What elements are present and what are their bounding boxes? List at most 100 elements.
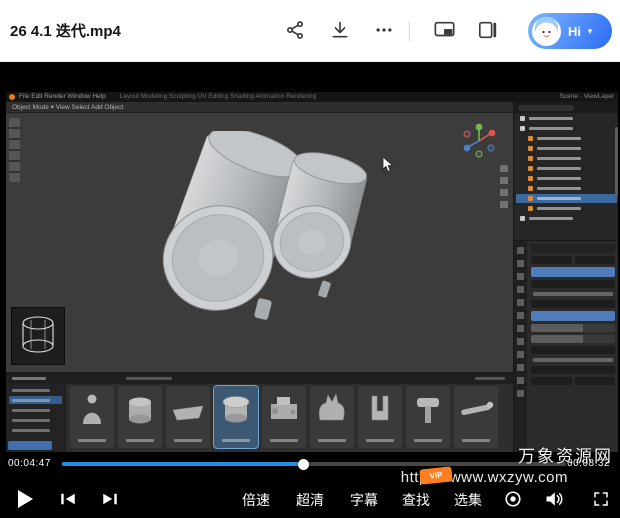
outliner-row-object[interactable]	[516, 204, 617, 213]
account-pill[interactable]: Hi ▼	[528, 13, 612, 49]
pip-button[interactable]	[432, 19, 458, 45]
properties-field[interactable]	[575, 256, 616, 264]
view-gizmo[interactable]	[459, 121, 499, 166]
share-button[interactable]	[282, 19, 308, 45]
quality-button[interactable]: 超清	[296, 490, 324, 510]
app-header: 26 4.1 迭代.mp4	[0, 0, 620, 62]
properties-field-pair	[531, 377, 615, 385]
download-button[interactable]	[327, 19, 353, 45]
outliner-scrollbar[interactable]	[615, 127, 618, 197]
properties-field[interactable]	[531, 346, 615, 354]
outliner-row-object-selected[interactable]	[516, 194, 617, 203]
properties-breadcrumb	[531, 244, 615, 253]
speed-button[interactable]: 倍速	[242, 490, 270, 510]
mini-window-button[interactable]	[475, 19, 501, 45]
watermark-site-name: 万象资源网	[518, 442, 613, 467]
record-button[interactable]	[500, 486, 526, 512]
download-icon	[330, 20, 350, 45]
more-button[interactable]	[371, 19, 397, 45]
viewport-toolbar[interactable]	[9, 118, 20, 182]
asset-browser-header	[6, 373, 513, 384]
asset-card-creature[interactable]	[310, 386, 354, 448]
asset-card-figure[interactable]	[70, 386, 114, 448]
properties-value-slider[interactable]	[531, 324, 615, 332]
progress-fill	[62, 462, 304, 466]
outliner-row-object[interactable]	[516, 174, 617, 183]
blender-window: File Edit Render Window Help Layout Mode…	[6, 92, 618, 452]
catalog-item[interactable]	[9, 406, 62, 414]
properties-label	[533, 358, 613, 362]
blender-workspace-tabs: Layout Modeling Sculpting UV Editing Sha…	[120, 93, 317, 100]
previous-button[interactable]	[55, 486, 81, 512]
more-icon	[374, 20, 394, 45]
asset-card-hull[interactable]	[166, 386, 210, 448]
asset-header-filter	[475, 377, 505, 380]
properties-field[interactable]	[531, 256, 572, 264]
properties-field[interactable]	[531, 280, 615, 288]
outliner-row-object[interactable]	[516, 134, 617, 143]
outliner-row-object[interactable]	[516, 214, 617, 223]
play-icon	[16, 489, 34, 509]
next-button[interactable]	[97, 486, 123, 512]
asset-card-machine[interactable]	[262, 386, 306, 448]
chevron-down-icon: ▼	[586, 27, 594, 36]
fullscreen-icon	[592, 490, 610, 508]
viewport-header: Object Mode ▾ View Select Add Object	[6, 102, 513, 113]
outliner-row-collection[interactable]	[516, 124, 617, 133]
volume-icon	[544, 490, 564, 508]
properties-value-slider[interactable]	[531, 335, 615, 343]
asset-card-rod[interactable]	[454, 386, 498, 448]
catalog-item[interactable]	[9, 416, 62, 424]
outliner-row-object[interactable]	[516, 164, 617, 173]
properties-field[interactable]	[531, 300, 615, 308]
viewport-nav-icons[interactable]	[500, 165, 508, 210]
catalog-item-selected[interactable]	[9, 396, 62, 404]
asset-card-capped-cylinder-selected[interactable]	[214, 386, 258, 448]
picture-in-picture-icon	[434, 20, 456, 45]
properties-label	[533, 292, 613, 296]
subtitle-button[interactable]: 字幕	[350, 490, 378, 510]
blender-right-panel	[513, 102, 618, 452]
record-icon	[504, 490, 522, 508]
properties-field[interactable]	[575, 377, 616, 385]
outliner-row-object[interactable]	[516, 184, 617, 193]
asset-card-clamp[interactable]	[358, 386, 402, 448]
volume-button[interactable]	[541, 486, 567, 512]
properties-field[interactable]	[531, 377, 572, 385]
properties-tab-strip[interactable]	[514, 241, 527, 452]
outliner-search-input[interactable]	[518, 105, 574, 111]
search-button[interactable]: 查找	[402, 490, 430, 510]
viewport-3d[interactable]	[6, 113, 513, 372]
avatar	[532, 17, 561, 46]
video-frame[interactable]: File Edit Render Window Help Layout Mode…	[0, 62, 620, 518]
catalog-item[interactable]	[9, 386, 62, 394]
play-button[interactable]	[12, 486, 38, 512]
properties-field[interactable]	[531, 366, 615, 374]
share-icon	[285, 20, 305, 45]
properties-content	[527, 241, 618, 452]
progress-bar[interactable]	[62, 462, 566, 466]
asset-card-cylinder[interactable]	[118, 386, 162, 448]
playlist-button[interactable]: 选集	[454, 490, 482, 510]
blender-menubar: File Edit Render Window Help Layout Mode…	[6, 92, 618, 102]
asset-card-mallet[interactable]	[406, 386, 450, 448]
skip-next-icon	[101, 491, 119, 507]
mini-window-icon	[478, 20, 498, 45]
asset-catalog-tree	[6, 384, 66, 452]
properties-field-pair	[531, 256, 615, 264]
outliner-row-scene-collection[interactable]	[516, 114, 617, 123]
blender-menu-items: File Edit Render Window Help	[19, 93, 106, 100]
catalog-item[interactable]	[9, 426, 62, 434]
outliner-row-object[interactable]	[516, 144, 617, 153]
blender-scene-selector: Scene · ViewLayer	[556, 92, 614, 102]
preview-panel	[11, 307, 65, 365]
properties-secondary-button[interactable]	[531, 311, 615, 321]
fullscreen-button[interactable]	[588, 486, 614, 512]
catalog-current-file-button[interactable]	[8, 441, 52, 450]
asset-header-path	[126, 377, 172, 380]
outliner-header	[514, 102, 618, 113]
progress-knob[interactable]	[298, 459, 309, 470]
properties-primary-button[interactable]	[531, 267, 615, 277]
properties-editor	[514, 240, 618, 452]
outliner-row-object[interactable]	[516, 154, 617, 163]
